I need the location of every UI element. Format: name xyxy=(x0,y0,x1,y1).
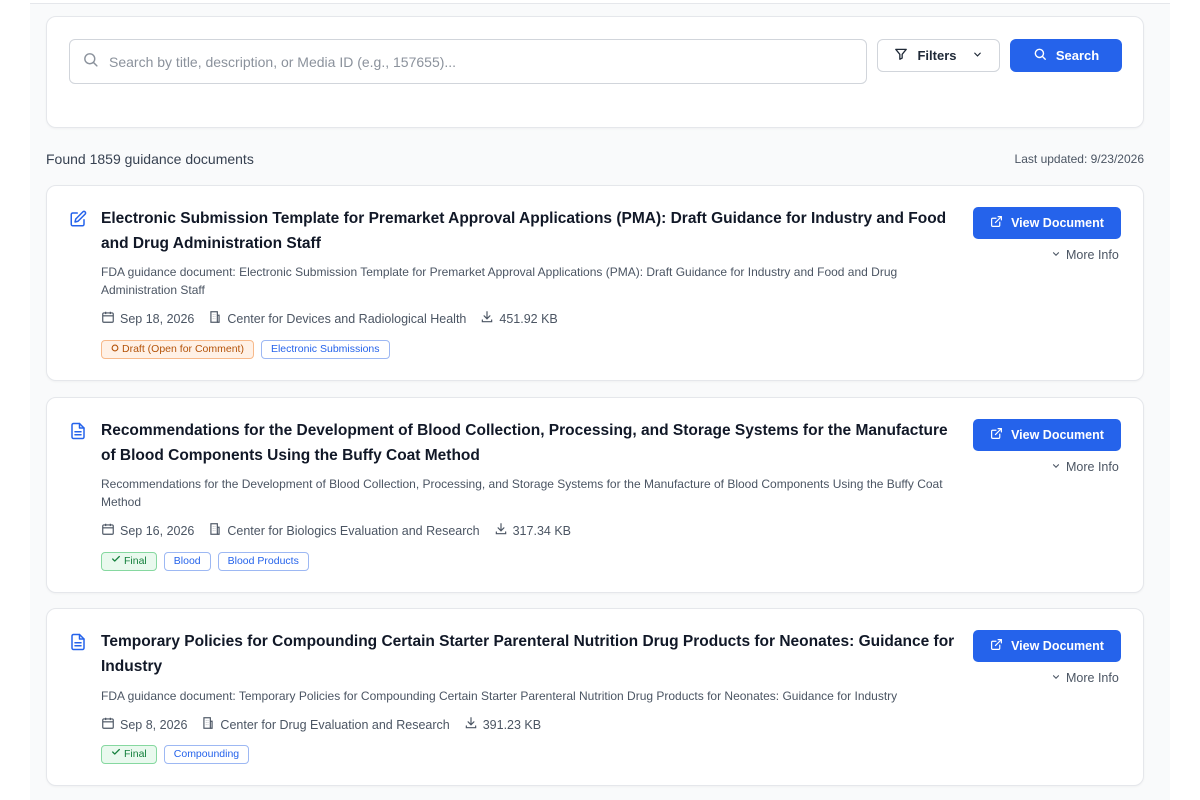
document-description: FDA guidance document: Electronic Submis… xyxy=(101,265,898,297)
edit-icon xyxy=(69,210,87,228)
download-icon xyxy=(464,716,478,733)
date-item: Sep 16, 2026 xyxy=(101,522,194,539)
document-center: Center for Drug Evaluation and Research xyxy=(220,717,450,732)
external-link-icon xyxy=(990,215,1003,231)
building-icon xyxy=(208,310,222,327)
topic-tag[interactable]: Blood xyxy=(163,552,211,571)
document-size: 317.34 KB xyxy=(512,523,571,538)
document-description: Recommendations for the Development of B… xyxy=(101,477,943,509)
search-icon xyxy=(82,51,99,73)
document-center: Center for Devices and Radiological Heal… xyxy=(227,311,467,326)
filter-icon xyxy=(894,47,908,64)
document-title[interactable]: Electronic Submission Template for Prema… xyxy=(101,206,961,256)
document-date: Sep 18, 2026 xyxy=(120,311,195,326)
search-icon xyxy=(1033,47,1047,64)
tag-row: Final Blood Blood Products xyxy=(101,552,309,571)
chevron-down-icon xyxy=(972,48,983,63)
document-size: 391.23 KB xyxy=(482,717,542,732)
external-link-icon xyxy=(990,638,1003,654)
search-button[interactable]: Search xyxy=(1010,39,1122,72)
status-label: Draft (Open for Comment) xyxy=(122,343,244,355)
more-info-toggle[interactable]: More Info xyxy=(1051,671,1119,685)
chevron-down-icon xyxy=(1051,460,1061,474)
more-info-label: More Info xyxy=(1066,460,1119,474)
document-meta: Sep 16, 2026 Center for Biologics Evalua… xyxy=(101,522,585,539)
more-info-label: More Info xyxy=(1066,671,1119,685)
size-item: 451.92 KB xyxy=(480,310,558,327)
size-item: 317.34 KB xyxy=(494,522,571,539)
document-card: Temporary Policies for Compounding Certa… xyxy=(46,608,1144,786)
check-icon xyxy=(111,746,121,763)
document-meta: Sep 18, 2026 Center for Devices and Radi… xyxy=(101,310,572,327)
view-document-button[interactable]: View Document xyxy=(973,419,1121,451)
status-badge: Final xyxy=(101,552,157,571)
filters-label: Filters xyxy=(917,48,957,63)
document-center: Center for Biologics Evaluation and Rese… xyxy=(227,523,480,538)
document-icon xyxy=(69,633,87,651)
tag-row: Draft (Open for Comment) Electronic Subm… xyxy=(101,340,390,359)
view-document-button[interactable]: View Document xyxy=(973,207,1121,239)
size-item: 391.23 KB xyxy=(464,716,541,733)
view-document-label: View Document xyxy=(1011,216,1104,230)
date-item: Sep 8, 2026 xyxy=(101,716,187,733)
calendar-icon xyxy=(101,310,115,327)
results-summary: Found 1859 guidance documents xyxy=(46,151,254,167)
status-badge: Final xyxy=(101,745,157,764)
more-info-toggle[interactable]: More Info xyxy=(1051,248,1119,262)
calendar-icon xyxy=(101,716,115,733)
topic-tag[interactable]: Blood Products xyxy=(217,552,309,571)
document-size: 451.92 KB xyxy=(499,311,558,326)
more-info-toggle[interactable]: More Info xyxy=(1051,460,1119,474)
document-description: FDA guidance document: Temporary Policie… xyxy=(101,689,898,703)
date-item: Sep 18, 2026 xyxy=(101,310,194,327)
building-icon xyxy=(201,716,215,733)
document-card: Electronic Submission Template for Prema… xyxy=(46,185,1144,381)
search-panel: Filters Search xyxy=(46,16,1144,128)
circle-icon xyxy=(111,341,119,358)
search-box[interactable] xyxy=(69,39,867,84)
center-item: Center for Drug Evaluation and Research xyxy=(201,716,450,733)
document-title[interactable]: Temporary Policies for Compounding Certa… xyxy=(101,629,961,679)
document-icon xyxy=(69,422,87,440)
download-icon xyxy=(494,522,508,539)
last-updated: Last updated: 9/23/2026 xyxy=(1014,152,1144,166)
document-meta: Sep 8, 2026 Center for Drug Evaluation a… xyxy=(101,716,555,733)
view-document-label: View Document xyxy=(1011,639,1104,653)
center-item: Center for Devices and Radiological Heal… xyxy=(208,310,466,327)
external-link-icon xyxy=(990,427,1003,443)
chevron-down-icon xyxy=(1051,671,1061,685)
search-input[interactable] xyxy=(109,53,849,70)
document-title[interactable]: Recommendations for the Development of B… xyxy=(101,418,961,468)
topic-tag[interactable]: Compounding xyxy=(163,745,250,764)
status-badge: Draft (Open for Comment) xyxy=(101,340,254,359)
search-label: Search xyxy=(1055,48,1100,63)
status-label: Final xyxy=(124,748,147,760)
chevron-down-icon xyxy=(1051,248,1061,262)
status-label: Final xyxy=(124,555,147,567)
tag-row: Final Compounding xyxy=(101,745,250,764)
document-card: Recommendations for the Development of B… xyxy=(46,397,1144,593)
view-document-label: View Document xyxy=(1011,428,1104,442)
view-document-button[interactable]: View Document xyxy=(973,630,1121,662)
document-date: Sep 8, 2026 xyxy=(120,717,188,732)
download-icon xyxy=(480,310,494,327)
center-item: Center for Biologics Evaluation and Rese… xyxy=(208,522,480,539)
filters-button[interactable]: Filters xyxy=(877,39,1000,72)
building-icon xyxy=(208,522,222,539)
topic-tag[interactable]: Electronic Submissions xyxy=(260,340,390,359)
calendar-icon xyxy=(101,522,115,539)
more-info-label: More Info xyxy=(1066,248,1119,262)
document-date: Sep 16, 2026 xyxy=(120,523,195,538)
check-icon xyxy=(111,553,121,570)
